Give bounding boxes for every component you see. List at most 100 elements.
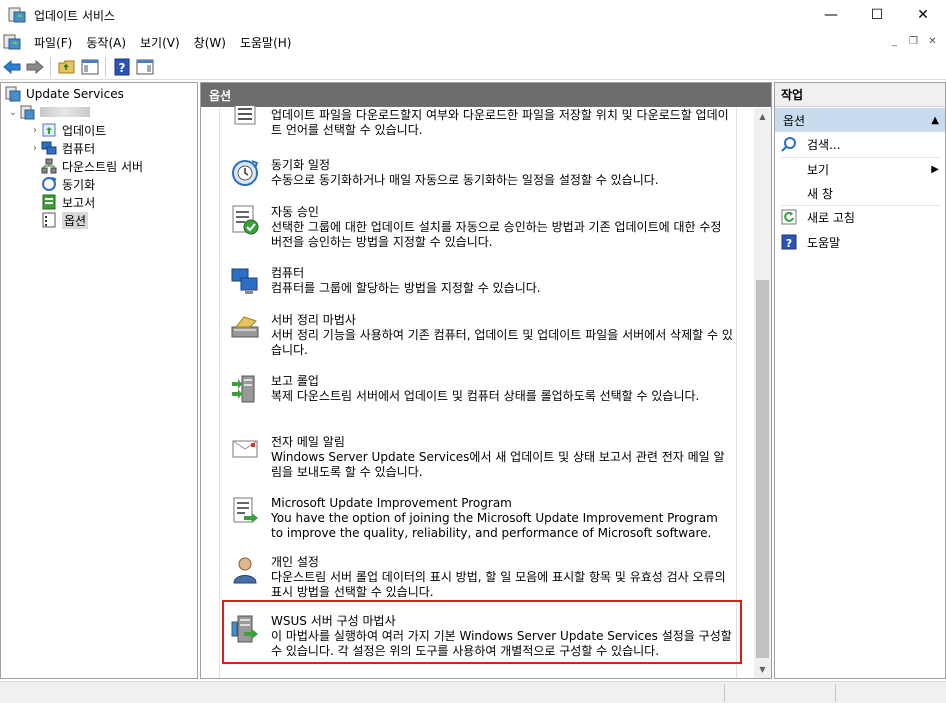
toolbar: ? (0, 54, 946, 80)
expand-chevron-icon[interactable]: › (29, 125, 41, 136)
action-new-window[interactable]: 새 창 (775, 182, 945, 204)
actions-pane: 작업 옵션 ▲ 검색... 보기 ▶ 새 창 새로 고침 ? 도움말 (774, 82, 946, 679)
option-personalization[interactable]: 개인 설정 다운스트림 서버 롤업 데이터의 표시 방법, 할 일 모음에 표시… (220, 555, 738, 605)
options-header: 옵션 (201, 83, 771, 107)
action-help[interactable]: ? 도움말 (775, 231, 945, 253)
menu-action[interactable]: 동작(A) (79, 34, 133, 51)
refresh-icon (781, 209, 797, 225)
computers-icon (231, 268, 258, 294)
action-refresh[interactable]: 새로 고침 (775, 206, 945, 228)
svg-text:?: ? (119, 61, 126, 75)
scrollbar-thumb[interactable] (756, 280, 769, 658)
options-pane: 옵션 업데이트 파일을 다운로드할지 여부와 다운로드한 파일을 저장할 위치 … (200, 82, 772, 679)
search-icon (781, 137, 796, 152)
sync-schedule-icon (232, 160, 259, 186)
update-source-icon (234, 106, 256, 125)
child-minimize-button[interactable]: _ (885, 32, 904, 50)
tree-label: 컴퓨터 (62, 141, 96, 156)
tree-label: 옵션 (62, 211, 89, 229)
tree-label: 다운스트림 서버 (62, 159, 144, 174)
option-cleanup-wizard[interactable]: 서버 정리 마법사 서버 정리 기능을 사용하여 기존 컴퓨터, 업데이트 및 … (220, 313, 738, 363)
tree-label: 업데이트 (62, 123, 107, 138)
option-title: 동기화 일정 (271, 158, 331, 172)
tree-item-server[interactable]: ⌄ (7, 103, 90, 121)
options-list: 업데이트 파일을 다운로드할지 여부와 다운로드한 파일을 저장할 위치 및 다… (219, 106, 738, 678)
tree-item-reports[interactable]: 보고서 (41, 193, 95, 211)
action-label: 도움말 (807, 235, 841, 250)
back-button[interactable] (1, 56, 23, 78)
reports-icon (42, 194, 56, 210)
option-computers[interactable]: 컴퓨터 컴퓨터를 그룹에 할당하는 방법을 지정할 수 있습니다. (220, 266, 738, 302)
action-label: 새 창 (807, 186, 833, 201)
window-title: 업데이트 서비스 (34, 8, 116, 23)
option-description: 다운스트림 서버 롤업 데이터의 표시 방법, 할 일 모음에 표시할 항목 및… (271, 570, 726, 599)
minimize-button[interactable]: — (808, 0, 854, 30)
option-title: 보고 롤업 (271, 374, 319, 388)
status-divider (724, 684, 725, 702)
close-button[interactable]: ✕ (900, 0, 946, 30)
option-description: 수동으로 동기화하거나 매일 자동으로 동기화하는 일정을 설정할 수 있습니다… (271, 173, 659, 187)
forward-button[interactable] (24, 56, 46, 78)
scroll-down-arrow-icon[interactable]: ▼ (754, 661, 771, 678)
tree-item-downstream-servers[interactable]: 다운스트림 서버 (41, 157, 143, 175)
help-toolbar-button[interactable]: ? (111, 56, 133, 78)
option-description: 컴퓨터를 그룹에 할당하는 방법을 지정할 수 있습니다. (271, 281, 541, 295)
options-icon (42, 212, 56, 228)
vertical-scrollbar[interactable]: ▲ ▼ (754, 108, 771, 678)
action-pane-icon (136, 59, 154, 74)
actions-section-options[interactable]: 옵션 ▲ (775, 108, 945, 132)
console-tree-icon (81, 59, 99, 74)
update-services-app-icon (8, 7, 26, 23)
folder-up-icon (58, 60, 75, 73)
action-view[interactable]: 보기 ▶ (775, 158, 945, 180)
action-label: 검색... (807, 137, 841, 152)
tree-item-updates[interactable]: › 업데이트 (29, 121, 106, 139)
option-description: 서버 정리 기능을 사용하여 기존 컴퓨터, 업데이트 및 업데이트 파일을 서… (271, 328, 733, 357)
option-microsoft-update-improvement-program[interactable]: Microsoft Update Improvement Program You… (220, 496, 738, 546)
personalization-icon (233, 557, 257, 584)
option-email-notifications[interactable]: 전자 메일 알림 Windows Server Update Services에… (220, 435, 738, 485)
updates-icon (42, 123, 56, 137)
option-description: 업데이트 파일을 다운로드할지 여부와 다운로드한 파일을 저장할 위치 및 다… (271, 108, 729, 137)
up-level-button[interactable] (56, 56, 78, 78)
option-auto-approvals[interactable]: 자동 승인 선택한 그룹에 대한 업데이트 설치를 자동으로 승인하는 방법과 … (220, 205, 738, 255)
show-hide-tree-button[interactable] (79, 56, 101, 78)
computers-tree-icon (41, 141, 57, 155)
option-title: 자동 승인 (271, 205, 319, 219)
action-search[interactable]: 검색... (775, 133, 945, 155)
synchronization-icon (42, 177, 57, 191)
auto-approval-icon (232, 205, 259, 235)
menu-view[interactable]: 보기(V) (133, 34, 187, 51)
tree-item-synchronizations[interactable]: 동기화 (41, 175, 95, 193)
option-sync-schedule[interactable]: 동기화 일정 수동으로 동기화하거나 매일 자동으로 동기화하는 일정을 설정할… (220, 158, 738, 194)
expand-chevron-icon[interactable]: › (29, 143, 41, 154)
option-update-files-languages[interactable]: 업데이트 파일을 다운로드할지 여부와 다운로드한 파일을 저장할 위치 및 다… (220, 106, 738, 140)
server-icon (20, 105, 35, 120)
option-reporting-rollup[interactable]: 보고 롤업 복제 다운스트림 서버에서 업데이트 및 컴퓨터 상태를 롤업하도록… (220, 374, 738, 424)
option-description: 복제 다운스트림 서버에서 업데이트 및 컴퓨터 상태를 롤업하도록 선택할 수… (271, 389, 700, 403)
server-name-redacted (40, 107, 90, 117)
option-title: 전자 메일 알림 (271, 435, 345, 449)
scroll-up-arrow-icon[interactable]: ▲ (754, 108, 771, 125)
menu-file[interactable]: 파일(F) (27, 34, 79, 51)
svg-text:?: ? (786, 237, 792, 250)
tree-item-options[interactable]: 옵션 (41, 211, 89, 229)
child-restore-button[interactable]: ❐ (904, 32, 923, 50)
menu-window[interactable]: 창(W) (187, 34, 233, 51)
child-close-button[interactable]: ✕ (923, 32, 942, 50)
collapse-chevron-icon[interactable]: ⌄ (7, 107, 19, 118)
back-arrow-icon (3, 59, 21, 74)
menu-help[interactable]: 도움말(H) (233, 34, 299, 51)
submenu-arrow-icon: ▶ (931, 163, 939, 175)
option-description: 선택한 그룹에 대한 업데이트 설치를 자동으로 승인하는 방법과 기존 업데이… (271, 220, 722, 249)
downstream-servers-icon (41, 158, 57, 174)
tree-item-update-services[interactable]: Update Services (5, 85, 124, 103)
status-divider (835, 684, 836, 702)
improvement-program-icon (233, 497, 258, 523)
collapse-caret-icon[interactable]: ▲ (931, 115, 939, 126)
show-hide-action-pane-button[interactable] (134, 56, 156, 78)
console-child-icon[interactable] (3, 33, 21, 51)
maximize-button[interactable]: ☐ (854, 0, 900, 30)
tree-item-computers[interactable]: › 컴퓨터 (29, 139, 95, 157)
tree-label: 동기화 (62, 177, 96, 192)
